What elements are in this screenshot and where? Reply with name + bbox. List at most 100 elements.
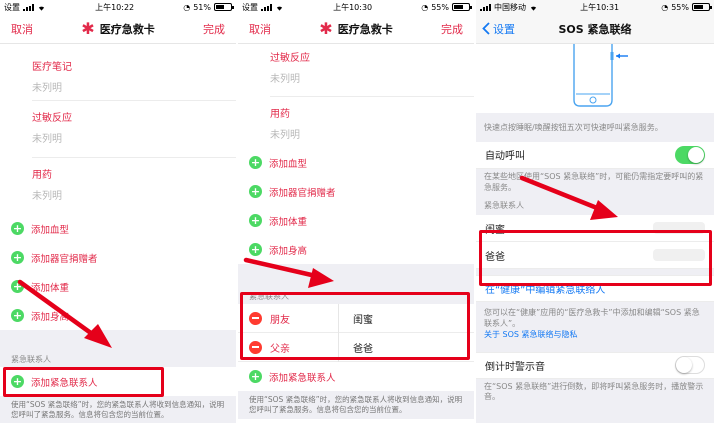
page-title-text: 医疗急救卡 bbox=[99, 22, 155, 36]
add-label: 添加器官捐赠者 bbox=[269, 187, 336, 199]
edit-note: 您可以在“健康”应用的“医疗急救卡”中添加和编辑“SOS 紧急联系人”。 关于 … bbox=[476, 302, 714, 344]
back-to-app-label[interactable]: 设置 bbox=[242, 2, 258, 13]
field-value: 未列明 bbox=[270, 74, 300, 85]
add-icon: + bbox=[11, 222, 24, 235]
annotation-highlight-box bbox=[3, 367, 164, 397]
status-time: 上午10:31 bbox=[580, 2, 620, 12]
alarm-icon: ◔ bbox=[421, 2, 429, 12]
battery-percent: 51% bbox=[193, 2, 211, 12]
privacy-link[interactable]: 关于 SOS 紧急联络与隐私 bbox=[484, 330, 578, 339]
medical-star-icon: ✱ bbox=[319, 18, 333, 38]
add-icon: + bbox=[249, 156, 262, 169]
field-value: 未列明 bbox=[32, 191, 62, 202]
field-label: 用药 bbox=[32, 170, 52, 181]
status-time: 上午10:22 bbox=[95, 2, 135, 12]
wifi-icon bbox=[38, 6, 45, 11]
add-icon: + bbox=[11, 251, 24, 264]
wifi-icon bbox=[530, 6, 537, 11]
add-blood-type-row[interactable]: + 添加血型 bbox=[0, 214, 236, 243]
add-organ-donor-row[interactable]: + 添加器官捐赠者 bbox=[238, 177, 474, 206]
add-icon: + bbox=[249, 185, 262, 198]
field-value: 未列明 bbox=[32, 134, 62, 145]
status-bar: 设置 上午10:30 ◔ 55% bbox=[238, 0, 474, 14]
field-allergies[interactable]: 过敏反应 未列明 bbox=[238, 44, 474, 96]
annotation-highlight-box bbox=[479, 230, 712, 286]
field-label: 医疗笔记 bbox=[32, 62, 72, 73]
add-icon: + bbox=[11, 309, 24, 322]
emergency-contacts-section: 紧急联系人 bbox=[0, 330, 236, 367]
add-label: 添加器官捐赠者 bbox=[31, 253, 98, 265]
battery-percent: 55% bbox=[431, 2, 449, 12]
add-emergency-contact-row[interactable]: + 添加紧急联系人 bbox=[238, 362, 474, 391]
nav-bar: 取消 ✱ 医疗急救卡 完成 bbox=[0, 14, 236, 44]
press-hint-text: 快速点按睡眠/唤醒按钮五次可快速呼叫紧急服务。 bbox=[476, 113, 714, 142]
field-label: 过敏反应 bbox=[32, 113, 72, 124]
add-icon: + bbox=[11, 280, 24, 293]
signal-icon bbox=[23, 3, 34, 11]
countdown-label: 倒计时警示音 bbox=[485, 361, 545, 373]
section-footer: 使用“SOS 紧急联络”时，您的紧急联系人将收到信息通知，说明您呼叫了紧急服务。… bbox=[238, 391, 474, 420]
battery-icon bbox=[213, 3, 234, 11]
add-height-row[interactable]: + 添加身高 bbox=[238, 235, 474, 264]
done-button[interactable]: 完成 bbox=[203, 21, 225, 37]
auto-call-note: 在某些地区使用“SOS 紧急联络”时，可能仍需指定要呼叫的紧急服务。 bbox=[476, 168, 714, 197]
done-button[interactable]: 完成 bbox=[441, 21, 463, 37]
screenshot-collage: 设置 上午10:22 ◔ 51% 取消 ✱ 医疗急救卡 完成 医疗笔记 未列明 过… bbox=[0, 0, 714, 423]
cancel-button[interactable]: 取消 bbox=[249, 21, 271, 37]
medical-id-screen-1: 设置 上午10:22 ◔ 51% 取消 ✱ 医疗急救卡 完成 医疗笔记 未列明 过… bbox=[0, 0, 236, 423]
page-title-text: 医疗急救卡 bbox=[337, 22, 393, 36]
alarm-icon: ◔ bbox=[661, 2, 669, 12]
countdown-note: 在“SOS 紧急联络”进行倒数，即将呼叫紧急服务时，播放警示音。 bbox=[476, 378, 714, 407]
page-title: ✱ 医疗急救卡 bbox=[81, 20, 155, 37]
add-organ-donor-row[interactable]: + 添加器官捐赠者 bbox=[0, 243, 236, 272]
sos-screen: 中国移动 上午10:31 ◔ 55% 设置 SOS 紧急联络 快速点按睡眠/唤醒… bbox=[476, 0, 714, 423]
medical-id-screen-2: 设置 上午10:30 ◔ 55% 取消 ✱ 医疗急救卡 完成 过敏反应 未列明 用… bbox=[238, 0, 474, 423]
annotation-highlight-box bbox=[240, 292, 470, 360]
cancel-button[interactable]: 取消 bbox=[11, 21, 33, 37]
add-label: 添加体重 bbox=[31, 282, 70, 294]
add-blood-type-row[interactable]: + 添加血型 bbox=[238, 148, 474, 177]
add-label: 添加紧急联系人 bbox=[269, 372, 336, 384]
status-bar: 设置 上午10:22 ◔ 51% bbox=[0, 0, 236, 14]
edit-note-text: 您可以在“健康”应用的“医疗急救卡”中添加和编辑“SOS 紧急联系人”。 bbox=[484, 308, 700, 328]
phone-side-button-icon bbox=[573, 44, 628, 107]
auto-call-toggle[interactable] bbox=[675, 145, 705, 164]
battery-icon bbox=[451, 3, 472, 11]
countdown-toggle[interactable] bbox=[675, 356, 705, 375]
phone-illustration bbox=[476, 44, 714, 113]
add-height-row[interactable]: + 添加身高 bbox=[0, 301, 236, 330]
add-label: 添加身高 bbox=[31, 311, 70, 323]
add-weight-row[interactable]: + 添加体重 bbox=[238, 206, 474, 235]
alarm-icon: ◔ bbox=[183, 2, 191, 12]
field-medical-notes[interactable]: 医疗笔记 未列明 bbox=[0, 44, 236, 100]
back-to-app-label[interactable]: 设置 bbox=[4, 2, 20, 13]
add-label: 添加体重 bbox=[269, 216, 308, 228]
battery-percent: 55% bbox=[671, 2, 689, 12]
nav-bar: 设置 SOS 紧急联络 bbox=[476, 14, 714, 44]
countdown-sound-row: 倒计时警示音 bbox=[476, 351, 714, 379]
field-medications[interactable]: 用药 未列明 bbox=[0, 158, 236, 214]
battery-icon bbox=[691, 3, 712, 11]
field-allergies[interactable]: 过敏反应 未列明 bbox=[0, 101, 236, 157]
carrier-name: 中国移动 bbox=[494, 2, 526, 12]
field-medications[interactable]: 用药 未列明 bbox=[238, 97, 474, 148]
section-footer: 使用“SOS 紧急联络”时，您的紧急联系人将收到信息通知，说明您呼叫了紧急服务。… bbox=[0, 396, 236, 423]
add-label: 添加身高 bbox=[269, 245, 308, 257]
field-value: 未列明 bbox=[270, 130, 300, 141]
status-bar: 中国移动 上午10:31 ◔ 55% bbox=[476, 0, 714, 14]
add-weight-row[interactable]: + 添加体重 bbox=[0, 272, 236, 301]
add-label: 添加血型 bbox=[31, 224, 70, 236]
add-icon: + bbox=[249, 370, 262, 383]
section-header: 紧急联系人 bbox=[476, 196, 714, 216]
field-label: 用药 bbox=[270, 109, 290, 120]
back-label: 设置 bbox=[493, 22, 515, 36]
auto-call-label: 自动呼叫 bbox=[485, 151, 525, 163]
signal-icon bbox=[480, 3, 491, 11]
status-time: 上午10:30 bbox=[333, 2, 373, 12]
auto-call-row: 自动呼叫 bbox=[476, 141, 714, 169]
chevron-left-icon bbox=[482, 22, 490, 35]
add-label: 添加血型 bbox=[269, 158, 308, 170]
add-icon: + bbox=[249, 214, 262, 227]
add-icon: + bbox=[249, 243, 262, 256]
back-button[interactable]: 设置 bbox=[482, 21, 515, 37]
